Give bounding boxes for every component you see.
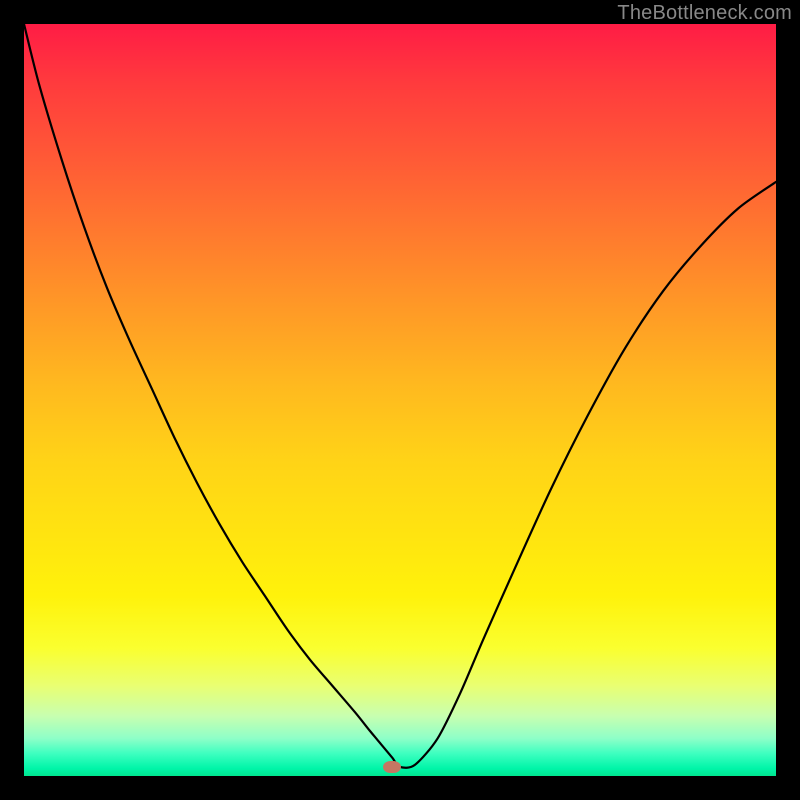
watermark-text: TheBottleneck.com: [617, 2, 792, 25]
plot-area: [24, 24, 776, 776]
bottleneck-curve: [24, 24, 776, 776]
chart-frame: TheBottleneck.com: [0, 0, 800, 800]
optimum-marker: [383, 761, 401, 773]
